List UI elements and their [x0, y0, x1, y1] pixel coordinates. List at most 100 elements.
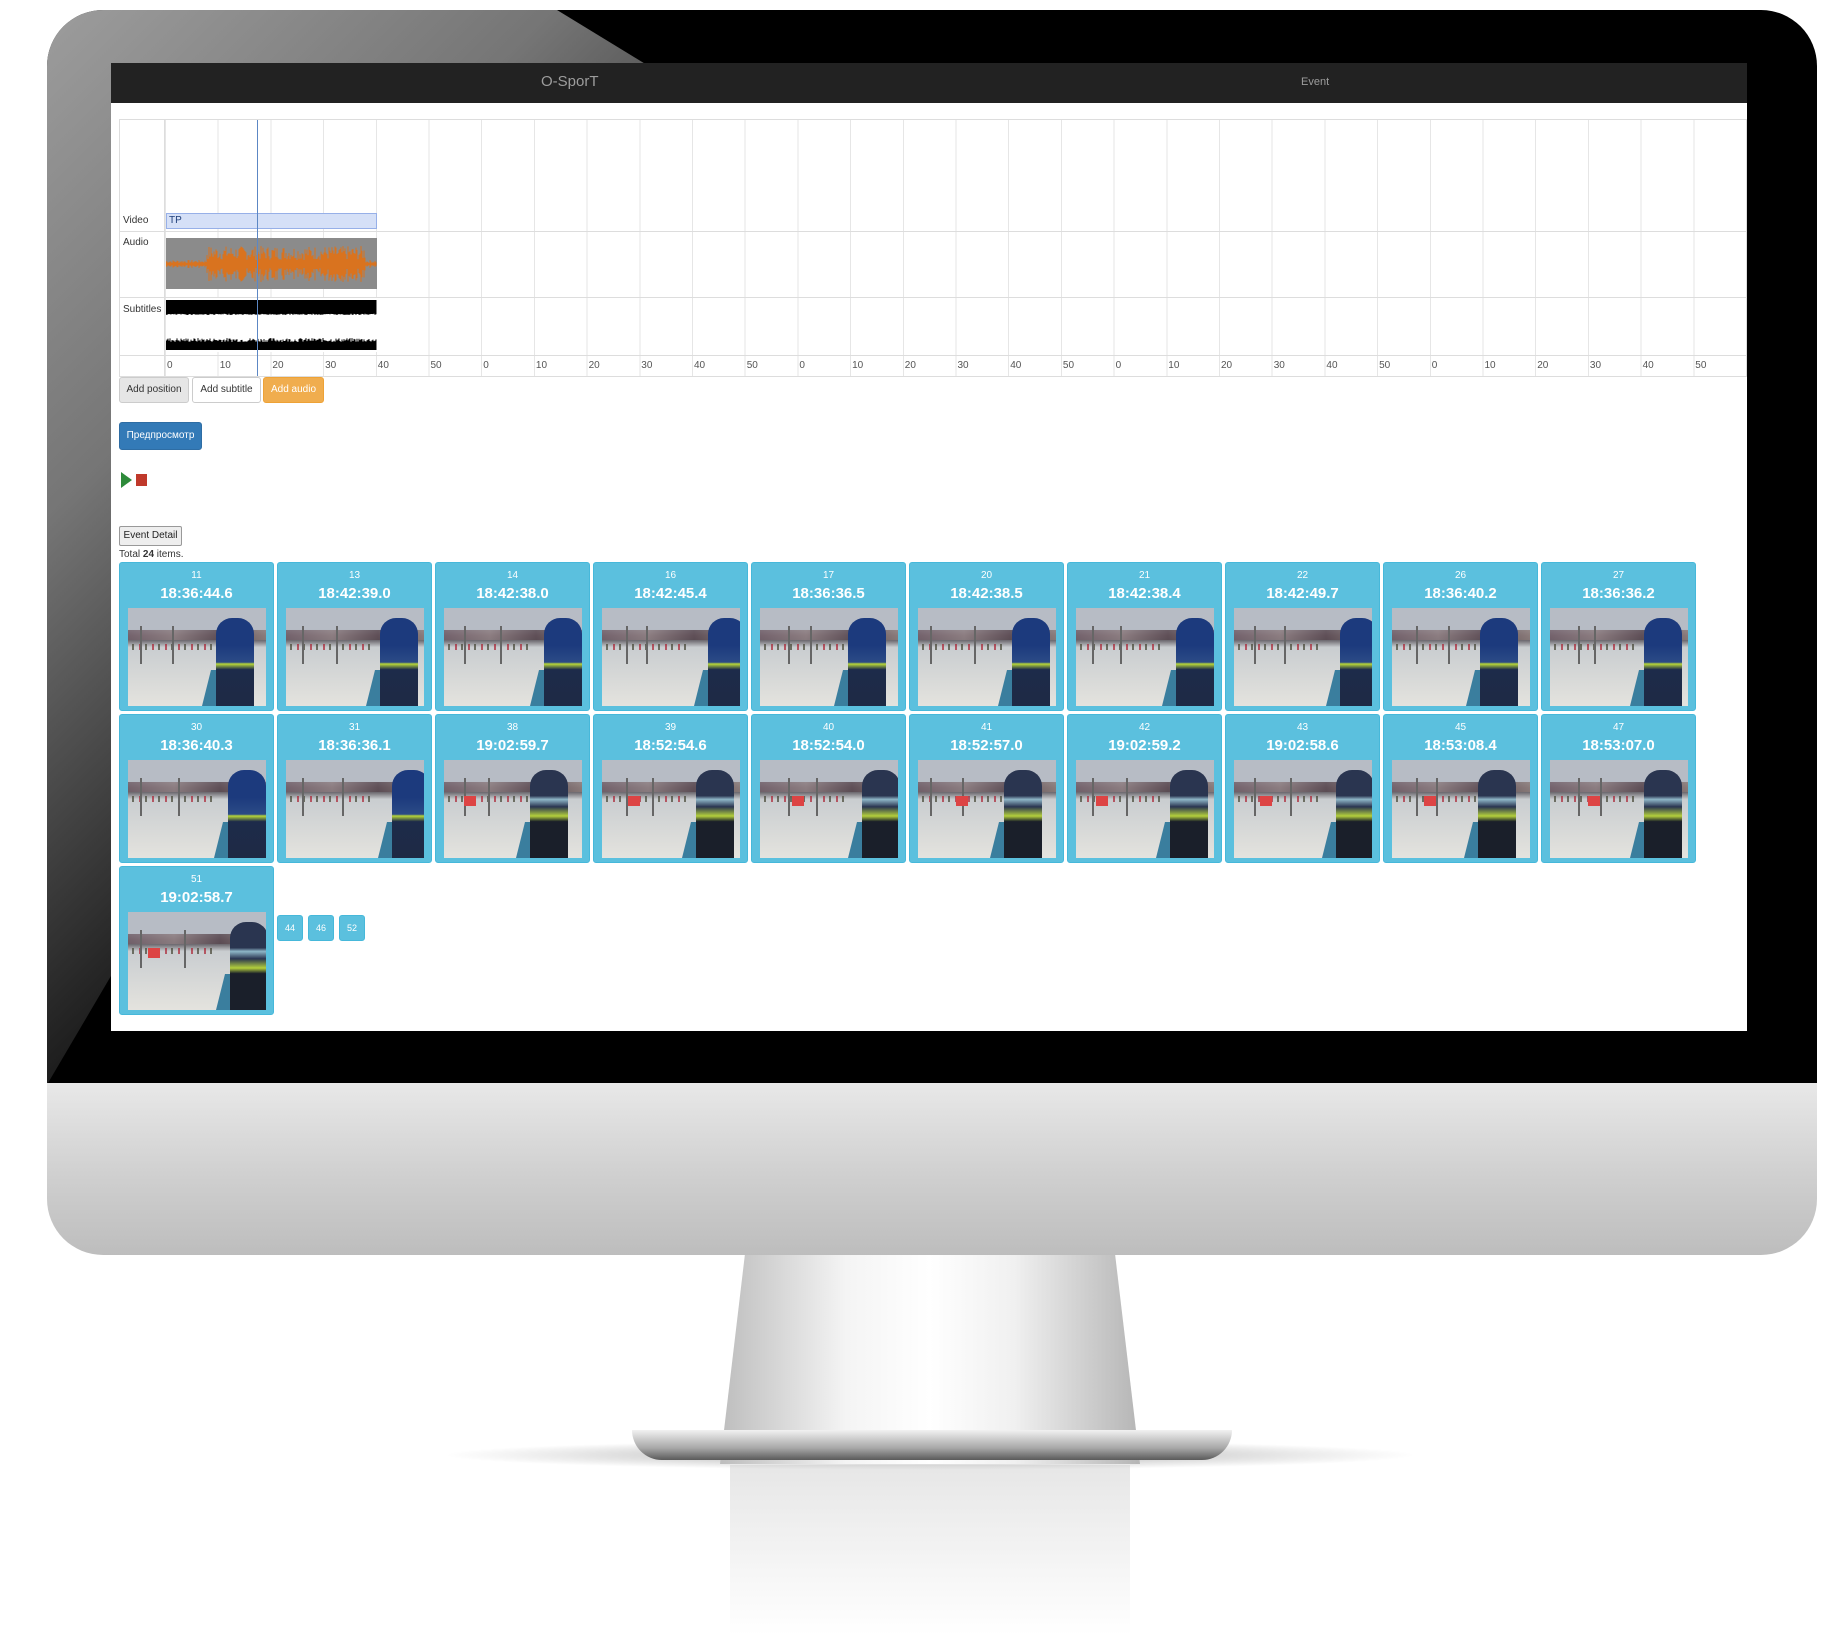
- ruler-tick: 50: [1062, 360, 1075, 371]
- event-tile[interactable]: 22 18:42:49.7: [1225, 562, 1380, 711]
- event-tile[interactable]: 13 18:42:39.0: [277, 562, 432, 711]
- event-tile[interactable]: 30 18:36:40.3: [119, 714, 274, 863]
- brand-link[interactable]: O-SporT: [541, 73, 811, 90]
- tile-id: 47: [1612, 722, 1625, 733]
- tile-time: 19:02:59.2: [1108, 737, 1181, 754]
- event-tile[interactable]: 21 18:42:38.4: [1067, 562, 1222, 711]
- event-tile[interactable]: 51 19:02:58.7: [119, 866, 274, 1015]
- tile-thumbnail[interactable]: [1392, 760, 1530, 858]
- tile-thumbnail[interactable]: [1550, 760, 1688, 858]
- event-tile[interactable]: 47 18:53:07.0: [1541, 714, 1696, 863]
- event-tile[interactable]: 41 18:52:57.0: [909, 714, 1064, 863]
- event-tile[interactable]: 42 19:02:59.2: [1067, 714, 1222, 863]
- tile-time: 18:36:40.2: [1424, 585, 1497, 602]
- tile-id: 31: [348, 722, 361, 733]
- tile-thumbnail[interactable]: [918, 608, 1056, 706]
- tile-time: 19:02:59.7: [476, 737, 549, 754]
- event-tile[interactable]: 16 18:42:45.4: [593, 562, 748, 711]
- tile-id: 26: [1454, 570, 1467, 581]
- tile-id: 30: [190, 722, 203, 733]
- tile-time: 18:42:39.0: [318, 585, 391, 602]
- event-tile[interactable]: 39 18:52:54.6: [593, 714, 748, 863]
- timeline-editor[interactable]: Video Audio Subtitles TP 0 10 20 30 40 50 0 10 2…: [119, 119, 1747, 377]
- event-tile[interactable]: 17 18:36:36.5: [751, 562, 906, 711]
- event-tile[interactable]: 45 18:53:08.4: [1383, 714, 1538, 863]
- tile-thumbnail[interactable]: [602, 760, 740, 858]
- extra-item-button[interactable]: 46: [308, 915, 334, 941]
- add-position-button[interactable]: Add position: [119, 377, 189, 403]
- stop-icon[interactable]: [136, 474, 147, 486]
- ruler-tick: 50: [1695, 360, 1707, 371]
- tile-thumbnail[interactable]: [444, 760, 582, 858]
- track-label-audio: Audio: [123, 237, 149, 248]
- tile-time: 18:42:49.7: [1266, 585, 1339, 602]
- add-audio-button[interactable]: Add audio: [263, 377, 324, 403]
- tile-thumbnail[interactable]: [444, 608, 582, 706]
- subtitle-clip[interactable]: [165, 298, 377, 352]
- audio-clip[interactable]: [165, 238, 377, 289]
- track-label-video: Video: [123, 215, 149, 226]
- event-tile[interactable]: 14 18:42:38.0: [435, 562, 590, 711]
- event-tile[interactable]: 20 18:42:38.5: [909, 562, 1064, 711]
- event-detail-button[interactable]: Event Detail: [119, 526, 182, 546]
- tile-thumbnail[interactable]: [760, 760, 898, 858]
- tile-id: 20: [980, 570, 993, 581]
- tile-thumbnail[interactable]: [128, 608, 266, 706]
- ruler-tick: 40: [1010, 360, 1022, 371]
- tile-thumbnail[interactable]: [602, 608, 740, 706]
- monitor-chin: [47, 1083, 1817, 1255]
- tile-thumbnail[interactable]: [1076, 760, 1214, 858]
- tile-id: 16: [664, 570, 677, 581]
- tile-thumbnail[interactable]: [286, 760, 424, 858]
- ruler-tick: 40: [1326, 360, 1338, 371]
- playhead-line[interactable]: [257, 120, 258, 376]
- tile-time: 18:42:38.4: [1108, 585, 1181, 602]
- ruler-tick: 0: [799, 360, 805, 371]
- tile-time: 19:02:58.7: [160, 889, 233, 906]
- tile-thumbnail[interactable]: [918, 760, 1056, 858]
- tile-time: 18:42:38.0: [476, 585, 549, 602]
- total-summary: Total 24 items.: [119, 549, 183, 560]
- tile-id: 21: [1138, 570, 1151, 581]
- ruler-tick: 10: [852, 360, 864, 371]
- tile-thumbnail[interactable]: [128, 760, 266, 858]
- tile-thumbnail[interactable]: [1392, 608, 1530, 706]
- play-icon[interactable]: [121, 472, 132, 488]
- tile-thumbnail[interactable]: [1550, 608, 1688, 706]
- tile-id: 41: [980, 722, 993, 733]
- tile-id: 27: [1612, 570, 1625, 581]
- event-tile[interactable]: 11 18:36:44.6: [119, 562, 274, 711]
- ruler-tick: 40: [1642, 360, 1654, 371]
- tile-id: 42: [1138, 722, 1151, 733]
- extra-item-button[interactable]: 52: [339, 915, 365, 941]
- tile-time: 18:53:08.4: [1424, 737, 1497, 754]
- event-tile[interactable]: 27 18:36:36.2: [1541, 562, 1696, 711]
- tile-thumbnail[interactable]: [286, 608, 424, 706]
- total-suffix: items.: [154, 549, 184, 560]
- total-count: 24: [142, 549, 155, 560]
- event-tile[interactable]: 40 18:52:54.0: [751, 714, 906, 863]
- event-tile[interactable]: 43 19:02:58.6: [1225, 714, 1380, 863]
- ruler-tick: 0: [1115, 360, 1122, 371]
- tile-thumbnail[interactable]: [1234, 608, 1372, 706]
- ruler-tick: 40: [694, 360, 706, 371]
- preview-button[interactable]: Предпросмотр: [119, 422, 202, 450]
- tile-thumbnail[interactable]: [760, 608, 898, 706]
- ruler-tick: 20: [272, 360, 284, 371]
- ruler-tick: 0: [1431, 360, 1438, 371]
- timeline-ruler: 0 10 20 30 40 50 0 10 20 30 40 50 0 10 20 30 40 50 0 10 20 30…: [165, 356, 1746, 376]
- event-tile[interactable]: 38 19:02:59.7: [435, 714, 590, 863]
- video-clip[interactable]: TP: [166, 213, 377, 229]
- tile-thumbnail[interactable]: [1234, 760, 1372, 858]
- event-tile[interactable]: 31 18:36:36.1: [277, 714, 432, 863]
- monitor-foot: [632, 1430, 1232, 1460]
- tile-thumbnail[interactable]: [1076, 608, 1214, 706]
- navbar: O-SporT Event: [111, 63, 1747, 103]
- tile-time: 18:36:36.5: [792, 585, 865, 602]
- event-tile[interactable]: 26 18:36:40.2: [1383, 562, 1538, 711]
- total-prefix: Total: [119, 549, 143, 560]
- extra-item-button[interactable]: 44: [277, 915, 303, 941]
- add-subtitle-button[interactable]: Add subtitle: [192, 377, 261, 403]
- nav-link-event[interactable]: Event: [1301, 76, 1329, 88]
- tile-thumbnail[interactable]: [128, 912, 266, 1010]
